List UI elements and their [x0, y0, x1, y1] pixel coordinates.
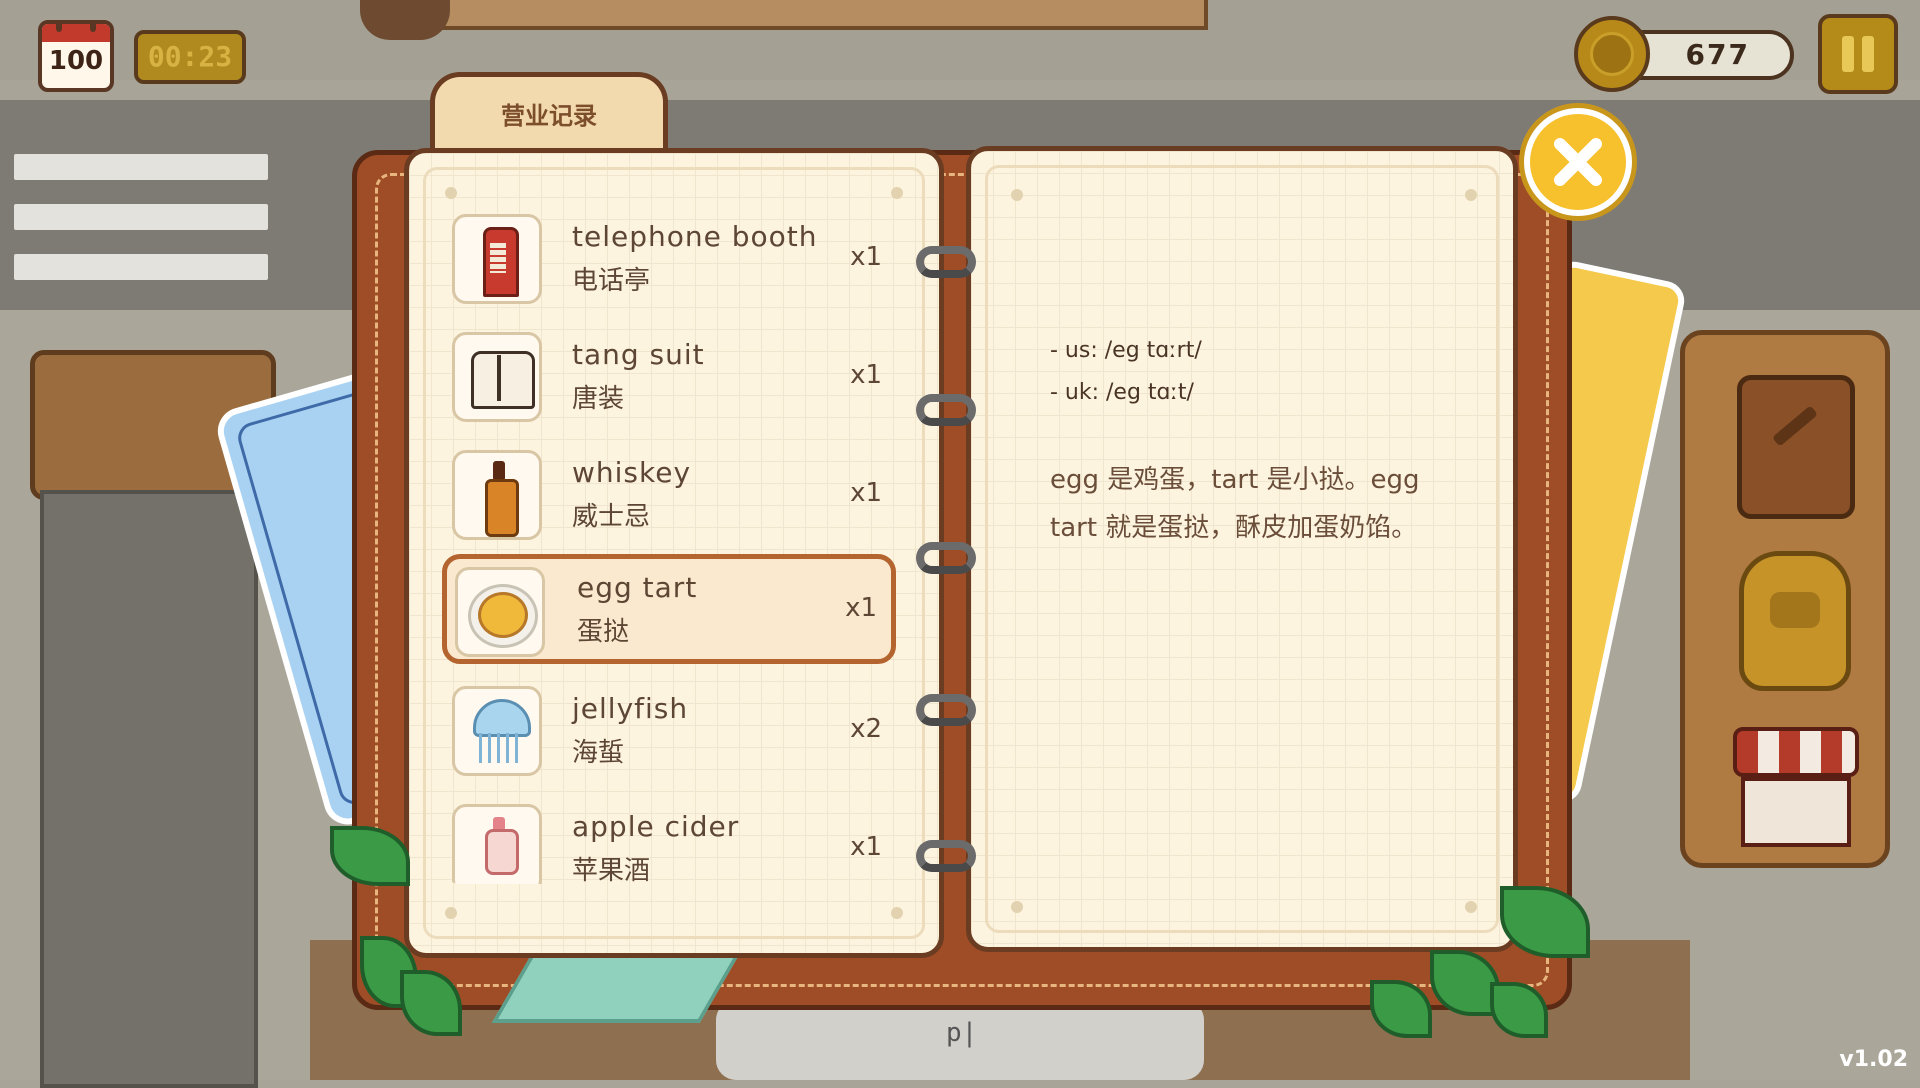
- coin-icon: [1574, 16, 1650, 92]
- version-label: v1.02: [1839, 1047, 1908, 1072]
- calendar-ring: [90, 24, 96, 32]
- list-item-tang-suit[interactable]: tang suit 唐装 x1: [442, 322, 896, 432]
- item-quantity: x1: [850, 360, 882, 390]
- item-chinese-name: 苹果酒: [572, 856, 651, 884]
- item-chinese-name: 威士忌: [572, 502, 651, 532]
- jellyfish-icon: [452, 686, 542, 776]
- us-pronunciation: - us: /eg tɑːrt/: [1050, 338, 1202, 363]
- close-button[interactable]: [1524, 108, 1632, 216]
- list-item-apple-cider[interactable]: apple cider 苹果酒 x1: [442, 794, 896, 884]
- item-english-name: jellyfish: [572, 692, 689, 725]
- notebook-icon[interactable]: [1737, 375, 1855, 519]
- binder-ring: [916, 246, 976, 278]
- timer-display: 00:23: [134, 30, 246, 84]
- close-icon: [1554, 138, 1602, 186]
- apple-cider-icon: [452, 804, 542, 884]
- explanation-line-2: tart 就是蛋挞，酥皮加蛋奶馅。: [1050, 513, 1418, 543]
- telephone-booth-icon: [452, 214, 542, 304]
- calendar-ring: [56, 24, 62, 32]
- binder-ring: [916, 694, 976, 726]
- list-item-jellyfish[interactable]: jellyfish 海蜇 x2: [442, 676, 896, 786]
- item-chinese-name: 电话亭: [572, 266, 651, 296]
- binder-ring: [916, 840, 976, 872]
- item-english-name: whiskey: [572, 456, 692, 489]
- item-chinese-name: 蛋挞: [577, 617, 630, 647]
- list-item-egg-tart[interactable]: egg tart 蛋挞 x1: [442, 554, 896, 664]
- uk-pronunciation: - uk: /eg tɑːt/: [1050, 380, 1194, 405]
- item-english-name: apple cider: [572, 810, 740, 843]
- item-english-name: tang suit: [572, 338, 705, 371]
- item-chinese-name: 唐装: [572, 384, 625, 414]
- pause-button[interactable]: [1818, 14, 1898, 94]
- list-item-telephone-booth[interactable]: telephone booth 电话亭 x1: [442, 204, 896, 314]
- item-chinese-name: 海蜇: [572, 738, 625, 768]
- whiskey-bottle-icon: [452, 450, 542, 540]
- item-quantity: x1: [850, 478, 882, 508]
- item-quantity: x1: [850, 242, 882, 272]
- item-english-name: telephone booth: [572, 220, 818, 253]
- shop-icon[interactable]: [1733, 727, 1859, 853]
- pause-icon: [1842, 36, 1854, 72]
- egg-tart-icon: [455, 567, 545, 657]
- backpack-icon[interactable]: [1739, 551, 1851, 691]
- bottom-label: p|: [946, 1018, 978, 1048]
- side-menu: [1680, 330, 1890, 868]
- item-english-name: egg tart: [577, 571, 698, 604]
- item-quantity: x1: [850, 832, 882, 862]
- day-count: 100: [48, 46, 104, 76]
- day-calendar: 100: [38, 20, 114, 92]
- explanation-line-1: egg 是鸡蛋，tart 是小挞。egg: [1050, 465, 1420, 495]
- item-quantity: x1: [845, 593, 877, 623]
- pause-icon-bar: [1862, 36, 1874, 72]
- binder-ring: [916, 394, 976, 426]
- tang-suit-icon: [452, 332, 542, 422]
- binder-ring: [916, 542, 976, 574]
- item-quantity: x2: [850, 714, 882, 744]
- list-item-whiskey[interactable]: whiskey 威士忌 x1: [442, 440, 896, 550]
- calendar-header: [42, 24, 110, 42]
